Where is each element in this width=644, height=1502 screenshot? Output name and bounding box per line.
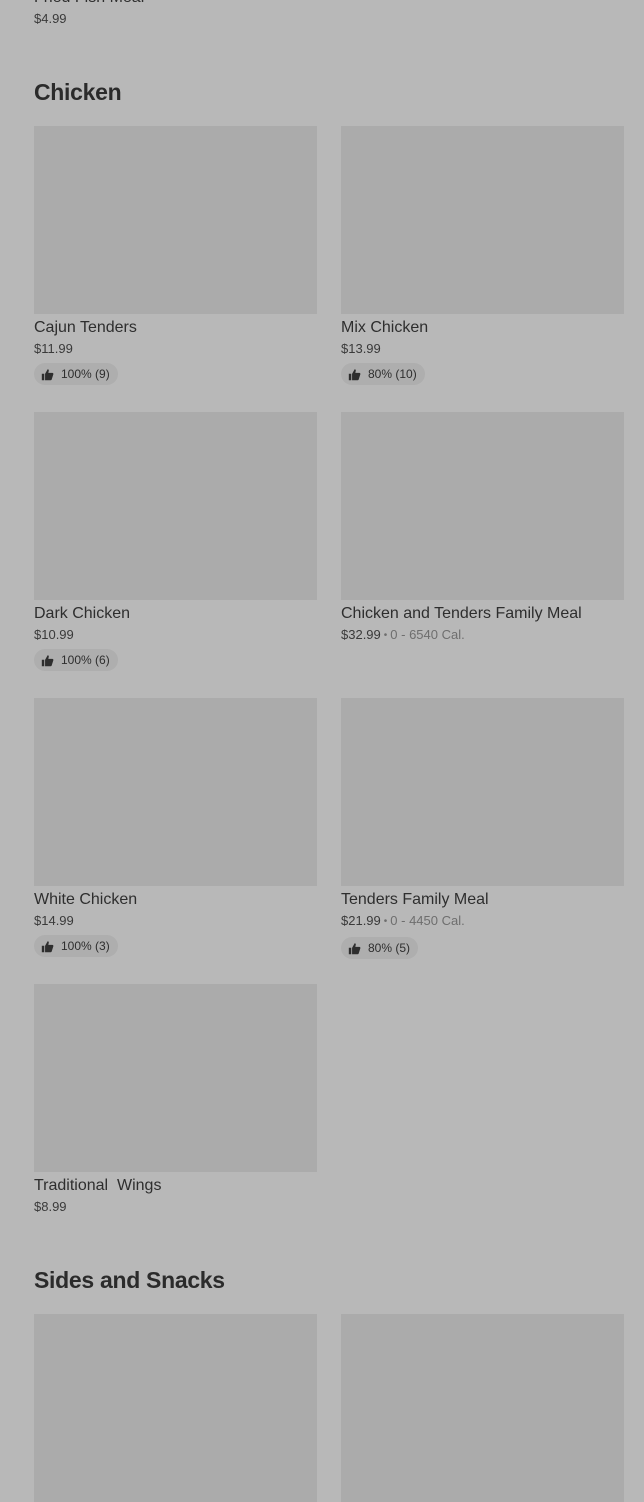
thumbs-up-icon: [41, 940, 54, 952]
menu-item-mix-chicken[interactable]: Mix Chicken $13.99 80% (10): [341, 126, 624, 386]
rating-text: 100% (3): [61, 939, 110, 953]
item-image[interactable]: [34, 412, 317, 600]
menu-item-fried-fish-meal[interactable]: Fried Fish Meal $4.99: [34, 0, 334, 28]
item-price: $10.99: [34, 627, 74, 642]
separator-dot: •: [383, 630, 388, 641]
menu-item-dark-chicken[interactable]: Dark Chicken $10.99 100% (6): [34, 412, 317, 672]
rating-text: 100% (9): [61, 367, 110, 381]
item-image[interactable]: [341, 126, 624, 314]
item-name: Mix Chicken: [341, 319, 429, 336]
rating-badge: 100% (9): [34, 363, 118, 385]
item-name: Dark Chicken: [34, 605, 131, 622]
item-calories: 0 - 4450 Cal.: [390, 913, 465, 928]
menu-item-white-chicken[interactable]: White Chicken $14.99 100% (3): [34, 698, 317, 958]
rating-badge: 100% (6): [34, 649, 118, 671]
rating-badge: 80% (10): [341, 363, 425, 385]
rating-badge: 100% (3): [34, 935, 118, 957]
item-name: Fried Fish Meal: [34, 0, 334, 8]
rating-text: 80% (10): [368, 367, 417, 381]
item-price: $14.99: [34, 913, 74, 928]
menu-item-cajun-tenders[interactable]: Cajun Tenders $11.99 100% (9): [34, 126, 317, 386]
rating-text: 80% (5): [368, 941, 411, 955]
menu-item-card[interactable]: [341, 1314, 624, 1502]
item-name: White Chicken: [34, 891, 138, 908]
menu-item-tenders-family-meal[interactable]: Tenders Family Meal $21.99 • 0 - 4450 Cal.…: [341, 698, 624, 960]
item-image[interactable]: [34, 1314, 317, 1502]
item-price-line: $32.99 • 0 - 6540 Cal.: [341, 626, 624, 646]
thumbs-up-icon: [41, 368, 54, 380]
item-image[interactable]: [34, 126, 317, 314]
item-image[interactable]: [341, 412, 624, 600]
item-image[interactable]: [341, 1314, 624, 1502]
section-title-chicken: Chicken: [34, 79, 122, 105]
item-image[interactable]: [341, 698, 624, 886]
item-price: $21.99: [341, 913, 381, 928]
menu-item-card[interactable]: [34, 1314, 317, 1502]
menu-item-chicken-and-tenders-family-meal[interactable]: Chicken and Tenders Family Meal $32.99 • 0…: [341, 412, 624, 646]
item-price: $11.99: [34, 341, 73, 356]
item-image[interactable]: [34, 698, 317, 886]
menu-page: Fried Fish Meal $4.99 Chicken Cajun Tend…: [0, 0, 644, 1502]
item-image[interactable]: [34, 984, 317, 1172]
thumbs-up-icon: [348, 368, 361, 380]
section-title-sides-and-snacks: Sides and Snacks: [34, 1267, 225, 1293]
item-calories: 0 - 6540 Cal.: [390, 627, 465, 642]
item-name: Traditional Wings: [34, 1177, 162, 1194]
item-price: $13.99: [341, 341, 381, 356]
item-name: Chicken and Tenders Family Meal: [341, 605, 582, 622]
item-price: $4.99: [34, 11, 67, 26]
thumbs-up-icon: [41, 654, 54, 666]
item-price: $32.99: [341, 627, 381, 642]
menu-item-traditional-wings[interactable]: Traditional Wings $8.99: [34, 984, 317, 1216]
item-name: Tenders Family Meal: [341, 891, 489, 908]
rating-text: 100% (6): [61, 653, 110, 667]
rating-badge: 80% (5): [341, 937, 419, 959]
thumbs-up-icon: [348, 942, 361, 954]
item-price: $8.99: [34, 1199, 67, 1214]
item-price-line: $21.99 • 0 - 4450 Cal.: [341, 912, 624, 932]
item-name: Cajun Tenders: [34, 319, 137, 336]
separator-dot: •: [383, 916, 388, 927]
